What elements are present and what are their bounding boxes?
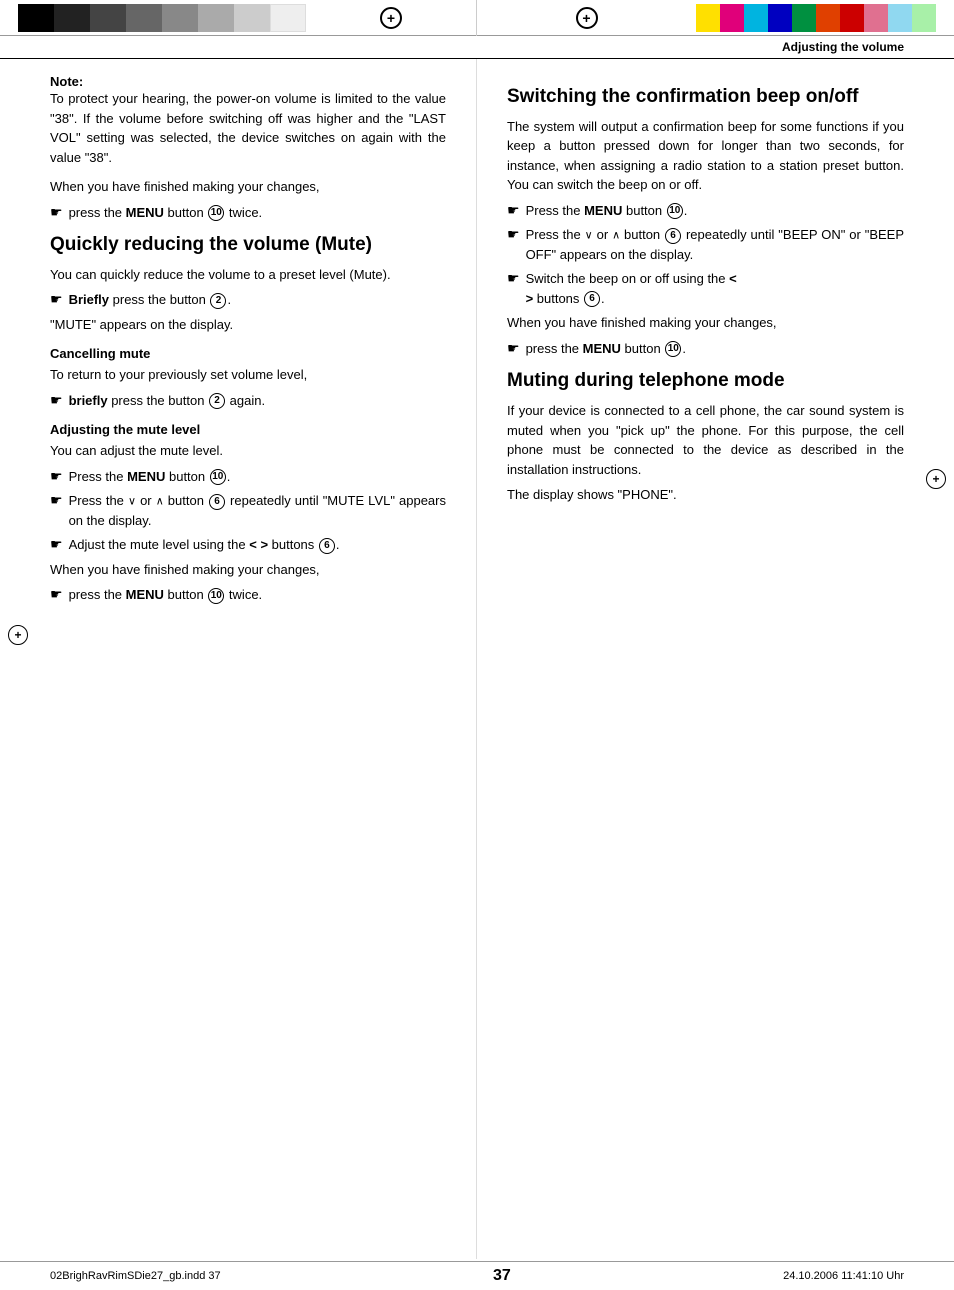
press-menu-r1: ☛ Press the MENU button 10. [507,201,904,221]
crosshair-icon-right: + [576,7,598,29]
page-number: 37 [493,1267,511,1285]
grayscale-swatches [18,4,306,32]
lr-arrows-r: < [729,271,737,286]
cancelling-title: Cancelling mute [50,346,446,361]
when-finished2: When you have finished making your chang… [50,560,446,580]
when-finished-text: When you have finished making your chang… [50,177,446,197]
cancelling-text: To return to your previously set volume … [50,365,446,385]
press-menu-left1-text: Press the MENU button 10. [69,467,231,487]
adjust-text: Adjust the mute level using the < > butt… [69,535,340,555]
color-swatches [696,4,936,32]
press-menu2-text: press the MENU button 10 twice. [69,585,263,605]
swatch-orange [816,4,840,32]
crosshair-icon: + [380,7,402,29]
press-menu-r1-text: Press the MENU button 10. [526,201,688,221]
bullet-arrow-4: ☛ [50,468,63,485]
briefly2-text: briefly press the button 2 again. [69,391,266,411]
left-margin-mark [0,0,18,36]
swatch-gray3 [162,4,198,32]
press-vol-text: Press the ∨ or ∧ button 6 repeatedly unt… [69,491,446,530]
briefly-text: Briefly press the button 2. [69,290,232,310]
mute-appears: "MUTE" appears on the display. [50,315,446,335]
note-section: Note: To protect your hearing, the power… [50,74,446,167]
switch-beep-item: ☛ Switch the beep on or off using the <>… [507,269,904,308]
bullet-arrow-6: ☛ [50,536,63,553]
press-menu-twice-text: press the MENU button 10 twice. [69,203,263,223]
bullet-arrow-r1: ☛ [507,202,520,219]
bullet-arrow-7: ☛ [50,586,63,603]
section1-title: Quickly reducing the volume (Mute) [50,234,446,257]
swatch-gray2 [126,4,162,32]
page-header-row: Adjusting the volume [0,36,954,59]
swatch-gray1 [90,4,126,32]
bottom-right-text: 24.10.2006 11:41:10 Uhr [783,1270,904,1282]
swatch-white [270,4,306,32]
section3-text1: If your device is connected to a cell ph… [507,401,904,479]
page-header-title: Adjusting the volume [477,36,954,58]
bullet-arrow-r2: ☛ [507,226,520,243]
bottom-bar: 02BrighRavRimSDie27_gb.indd 37 37 24.10.… [0,1261,954,1290]
swatch-cyan [744,4,768,32]
press-menu-r2: ☛ press the MENU button 10. [507,339,904,359]
swatch-yellow [696,4,720,32]
bullet-arrow-3: ☛ [50,392,63,409]
section3-text2: The display shows "PHONE". [507,485,904,505]
press-vol-r: ☛ Press the ∨ or ∧ button 6 repeatedly u… [507,225,904,264]
press-menu-left1: ☛ Press the MENU button 10. [50,467,446,487]
crosshair-left-margin: + [8,625,28,645]
crosshair-left-icon: + [8,625,28,645]
section2-intro: The system will output a confirmation be… [507,117,904,195]
adjusting-title: Adjusting the mute level [50,422,446,437]
left-column: Note: To protect your hearing, the power… [0,59,477,1259]
section2-title: Switching the confirmation beep on/off [507,86,904,109]
right-column: ENGLISH Switching the confirmation beep … [477,59,954,1259]
bullet-arrow-5: ☛ [50,492,63,509]
header-left [0,50,477,58]
bullet-arrow-r3: ☛ [507,270,520,287]
bottom-left-text: 02BrighRavRimSDie27_gb.indd 37 [50,1270,221,1282]
swatch-pink [864,4,888,32]
swatch-blue [768,4,792,32]
press-vol-r-text: Press the ∨ or ∧ button 6 repeatedly unt… [526,225,904,264]
press-menu-twice-item: ☛ press the MENU button 10 twice. [50,203,446,223]
crosshair-center-right: + [477,7,696,29]
swatch-gray4 [198,4,234,32]
bullet-arrow-1: ☛ [50,204,63,221]
swatch-black [18,4,54,32]
swatch-gray5 [234,4,270,32]
adjusting-intro: You can adjust the mute level. [50,441,446,461]
section1-intro: You can quickly reduce the volume to a p… [50,265,446,285]
switch-beep-text: Switch the beep on or off using the <> b… [526,269,737,308]
bullet-arrow-2: ☛ [50,291,63,308]
main-content: + + Note: To protect your hearing, the p… [0,59,954,1259]
press-vol-item: ☛ Press the ∨ or ∧ button 6 repeatedly u… [50,491,446,530]
note-body: To protect your hearing, the power-on vo… [50,89,446,167]
up-arrow-r-icon: ∧ [612,230,620,242]
press-menu-r2-text: press the MENU button 10. [526,339,686,359]
swatch-green [792,4,816,32]
crosshair-center: + [306,7,476,29]
note-label: Note: [50,74,446,89]
right-arrow-r: > [526,291,534,306]
swatch-red [840,4,864,32]
top-color-bar: + + [0,0,954,36]
up-arrow-icon: ∧ [156,496,164,508]
bullet-arrow-r4: ☛ [507,340,520,357]
briefly-item: ☛ Briefly press the button 2. [50,290,446,310]
down-arrow-r-icon: ∨ [585,230,593,242]
swatch-darkgray [54,4,90,32]
swatch-magenta [720,4,744,32]
section3-title: Muting during telephone mode [507,370,904,393]
swatch-lt-green [912,4,936,32]
press-menu2-item: ☛ press the MENU button 10 twice. [50,585,446,605]
lr-arrows: < > [249,537,268,552]
briefly2-item: ☛ briefly press the button 2 again. [50,391,446,411]
when-finished-r: When you have finished making your chang… [507,313,904,333]
swatch-lt-cyan [888,4,912,32]
down-arrow-icon: ∨ [128,496,136,508]
adjust-item: ☛ Adjust the mute level using the < > bu… [50,535,446,555]
